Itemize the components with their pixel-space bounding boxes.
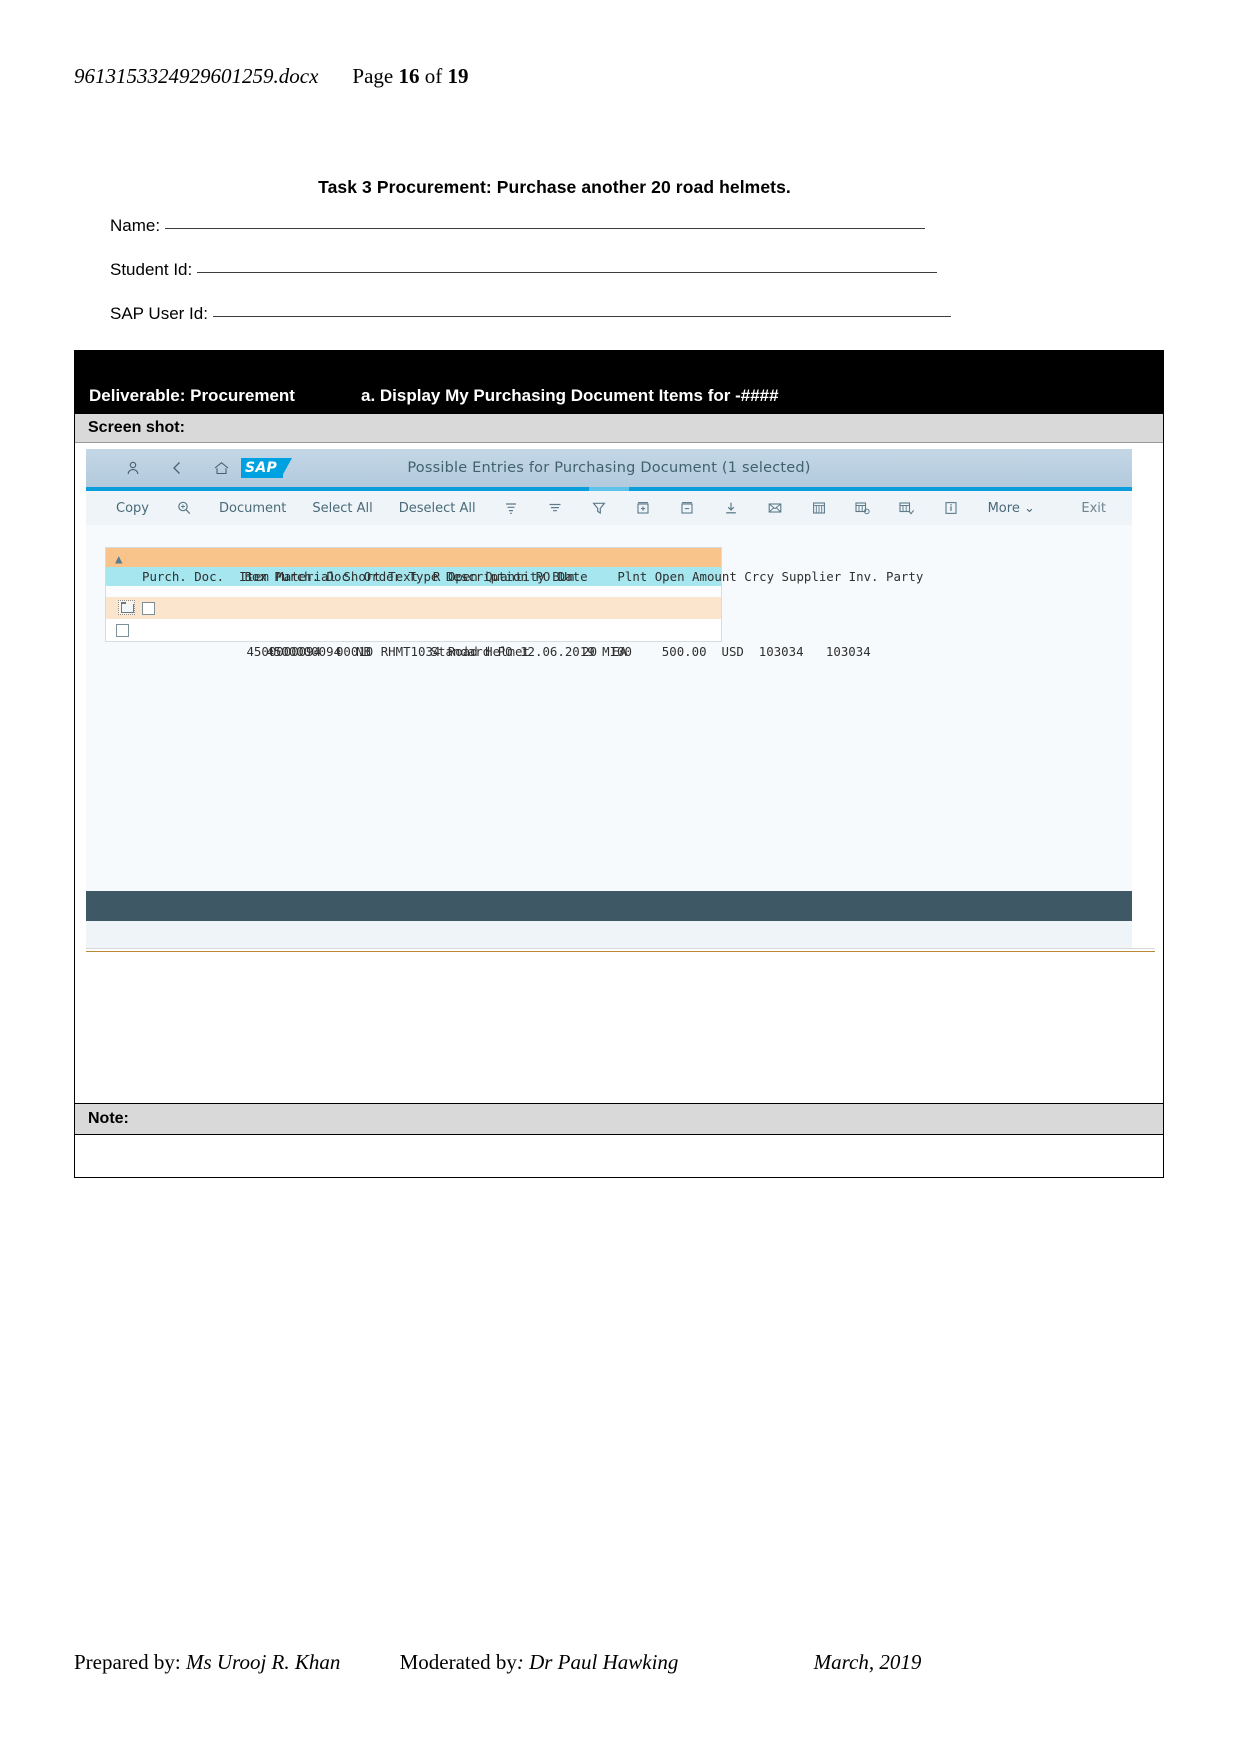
moderated-by-label: Moderated by <box>399 1650 517 1674</box>
deliverable-table: Deliverable: Procurement a. Display My P… <box>74 350 1164 1178</box>
task-title-text: Task 3 Procurement: Purchase another 20 … <box>318 177 791 197</box>
table-header-main-text: Box Purch. Doc. Order Type Description P… <box>244 569 924 584</box>
sap-screenshot: SAP Possible Entries for Purchasing Docu… <box>86 449 1132 949</box>
copy-button[interactable]: Copy <box>116 501 149 516</box>
student-id-input-rule[interactable] <box>196 272 937 273</box>
table-header-main: ▲ Box Purch. Doc. Order Type Description … <box>106 548 923 584</box>
page-number: 16 <box>398 64 420 88</box>
info-icon[interactable] <box>942 499 960 517</box>
chevron-down-icon: ⌄ <box>1023 500 1035 516</box>
row-checkbox[interactable] <box>116 624 129 637</box>
table-row-text: 4500000094 00010 RHMT1034 Road Helmet 20… <box>246 644 627 659</box>
group-icon[interactable] <box>546 499 564 517</box>
sap-user-id-input-rule[interactable] <box>212 316 951 317</box>
row-checkbox[interactable] <box>142 602 155 615</box>
document-footer: Prepared by: Ms Urooj R. Khan Moderated … <box>74 1650 1144 1675</box>
collapse-icon[interactable] <box>678 499 696 517</box>
sort-icon[interactable] <box>502 499 520 517</box>
task-title: Task 3 Procurement: Purchase another 20 … <box>0 177 1241 198</box>
spreadsheet-icon[interactable] <box>810 499 828 517</box>
screenshot-body: SAP Possible Entries for Purchasing Docu… <box>75 443 1163 1103</box>
more-label: More <box>987 500 1020 516</box>
screenshot-divider-light <box>86 948 1155 949</box>
prepared-by-name: Ms Urooj R. Khan <box>185 1650 341 1674</box>
document-button[interactable]: Document <box>219 501 286 516</box>
name-input-rule[interactable] <box>164 228 925 229</box>
deliverable-label: Deliverable: Procurement <box>89 386 295 405</box>
student-id-field-row: Student Id: <box>110 260 937 280</box>
page-indicator: Page 16 of 19 <box>352 64 468 88</box>
screenshot-divider <box>86 951 1155 952</box>
table-row[interactable]: 4500000094 00010 RHMT1034 Road Helmet 20… <box>106 619 721 659</box>
sap-user-id-field-row: SAP User Id: <box>110 304 951 324</box>
deliverable-header-bar: Deliverable: Procurement a. Display My P… <box>75 351 1163 413</box>
screenshot-label-bar: Screen shot: <box>75 413 1163 443</box>
document-filename: 9613153324929601259.docx <box>74 64 319 88</box>
name-field-row: Name: <box>110 216 925 236</box>
possible-entries-table: ▲ Box Purch. Doc. Order Type Description … <box>105 547 923 659</box>
mail-icon[interactable] <box>766 499 784 517</box>
note-body[interactable] <box>75 1135 1163 1177</box>
download-icon[interactable] <box>722 499 740 517</box>
more-button[interactable]: More ⌄ <box>988 501 1035 516</box>
sap-user-id-label: SAP User Id: <box>110 304 208 323</box>
search-icon[interactable] <box>175 499 193 517</box>
sap-page-title: Possible Entries for Purchasing Document… <box>407 460 811 476</box>
page-total: 19 <box>447 64 469 88</box>
name-label: Name: <box>110 216 161 235</box>
sap-toolbar: Copy Document Select All Deselect All Mo… <box>86 491 1132 525</box>
sap-shell-bar: SAP Possible Entries for Purchasing Docu… <box>86 449 1132 487</box>
sap-content-canvas: ▲ Box Purch. Doc. Order Type Description … <box>86 525 1132 921</box>
select-all-button[interactable]: Select All <box>312 501 372 516</box>
layout-save-icon[interactable] <box>854 499 872 517</box>
deliverable-task-label: a. Display My Purchasing Document Items … <box>361 386 779 405</box>
moderated-by-name: : Dr Paul Hawking <box>516 1650 679 1674</box>
collapse-chevron-icon[interactable]: ▲ <box>115 549 122 568</box>
student-id-label: Student Id: <box>110 260 193 279</box>
filter-icon[interactable] <box>590 499 608 517</box>
table-row[interactable]: 4500000094 NB Standard PO 12.06.2019 MI0… <box>106 597 871 659</box>
prepared-by-label: Prepared by: <box>74 1650 181 1674</box>
page-prefix: Page <box>352 64 399 88</box>
exit-button[interactable]: Exit <box>1081 501 1106 516</box>
expand-icon[interactable] <box>634 499 652 517</box>
document-date: March, 2019 <box>813 1650 922 1674</box>
document-folder-icon <box>118 600 135 615</box>
deselect-all-button[interactable]: Deselect All <box>399 501 476 516</box>
layout-select-icon[interactable] <box>898 499 916 517</box>
running-head: 9613153324929601259.docx Page 16 of 19 <box>74 64 1074 89</box>
sap-footer-bar <box>86 891 1132 921</box>
document-page: 9613153324929601259.docx Page 16 of 19 Ta… <box>0 0 1241 1754</box>
page-of: of <box>419 64 448 88</box>
note-label-bar: Note: <box>75 1103 1163 1135</box>
